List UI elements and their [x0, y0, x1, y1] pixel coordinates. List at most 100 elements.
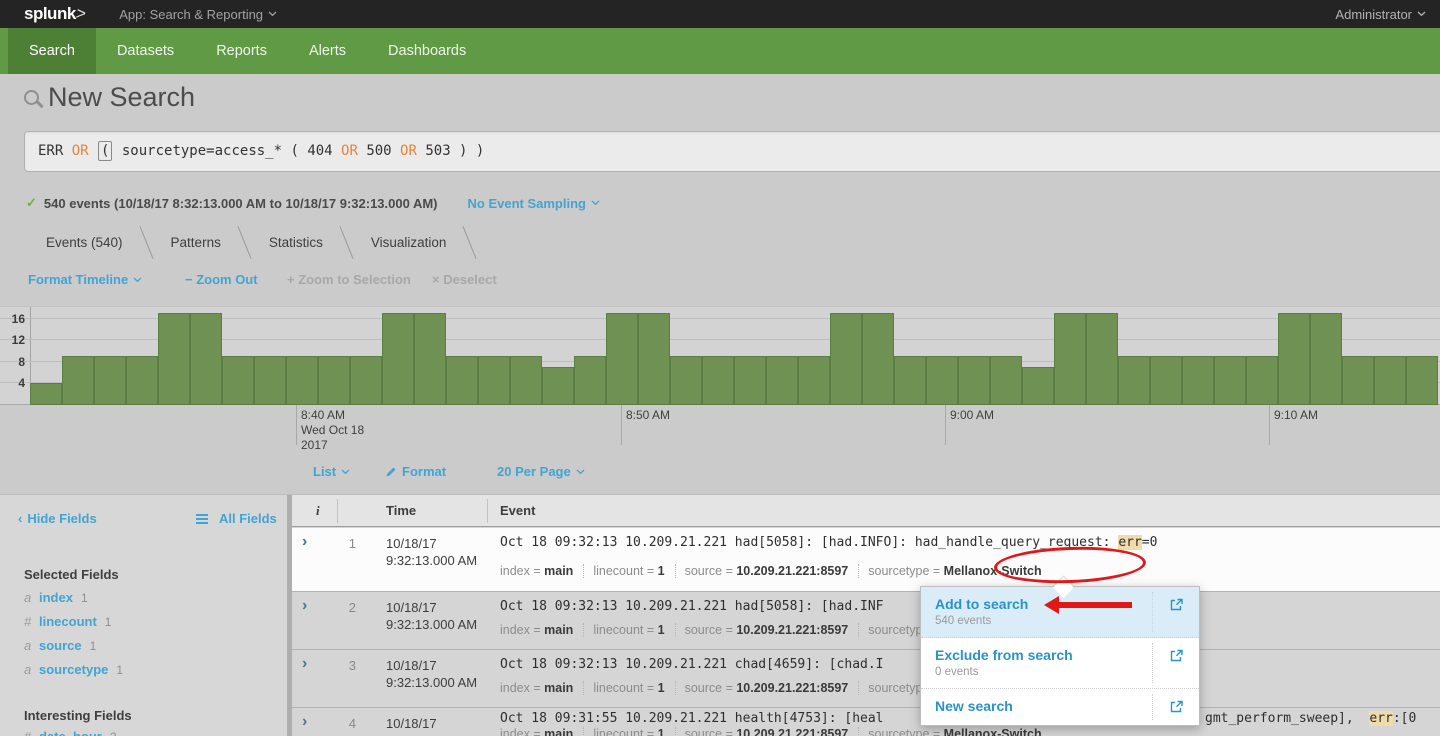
tab-visualization[interactable]: Visualization: [347, 227, 471, 258]
event-raw-text[interactable]: Oct 18 09:32:13 10.209.21.221 had[5058]:…: [500, 599, 920, 614]
all-fields-link[interactable]: All Fields: [196, 511, 277, 526]
expand-row-caret[interactable]: ›: [302, 655, 307, 673]
column-header-time[interactable]: Time: [386, 503, 416, 518]
histogram-bar[interactable]: [1054, 313, 1086, 405]
histogram-bar[interactable]: [894, 356, 926, 405]
histogram-bar[interactable]: [926, 356, 958, 405]
field-pair-linecount[interactable]: linecount = 1: [583, 623, 674, 637]
tab-events-540-[interactable]: Events (540): [22, 227, 147, 258]
field-pair-index[interactable]: index = main: [500, 564, 583, 578]
field-name[interactable]: index: [39, 590, 73, 605]
field-name[interactable]: linecount: [39, 614, 97, 629]
field-pair-sourcetype[interactable]: sourcetype = Mellanox-Switch: [858, 727, 1051, 736]
tab-statistics[interactable]: Statistics: [245, 227, 347, 258]
per-page-dropdown[interactable]: 20 Per Page: [497, 464, 585, 479]
user-menu-dropdown[interactable]: Administrator: [1335, 7, 1426, 22]
search-input[interactable]: ERR OR ( sourcetype=access_* ( 404 OR 50…: [24, 131, 1440, 172]
tab-patterns[interactable]: Patterns: [147, 227, 245, 258]
field-pair-linecount[interactable]: linecount = 1: [583, 727, 674, 736]
histogram-bar[interactable]: [510, 356, 542, 405]
expand-row-caret[interactable]: ›: [302, 713, 307, 731]
popup-item-new-search[interactable]: New search: [921, 689, 1199, 725]
histogram-bar[interactable]: [862, 313, 894, 405]
histogram-bar[interactable]: [990, 356, 1022, 405]
field-value[interactable]: 10.209.21.221:8597: [736, 564, 848, 578]
histogram-bar[interactable]: [414, 313, 446, 405]
histogram-bar[interactable]: [1310, 313, 1342, 405]
field-pair-sourcetype[interactable]: sourcetype = Mellanox-Switch: [858, 681, 920, 695]
format-button[interactable]: Format: [385, 464, 446, 479]
field-name[interactable]: sourcetype: [39, 662, 108, 677]
field-name[interactable]: date_hour: [39, 729, 102, 736]
list-view-dropdown[interactable]: List: [313, 464, 350, 479]
field-pair-index[interactable]: index = main: [500, 727, 583, 736]
field-pair-source[interactable]: source = 10.209.21.221:8597: [675, 727, 859, 736]
nav-item-datasets[interactable]: Datasets: [96, 28, 195, 74]
field-value[interactable]: 1: [658, 727, 665, 736]
histogram-bar[interactable]: [478, 356, 510, 405]
field-pair-linecount[interactable]: linecount = 1: [583, 564, 674, 578]
histogram-bar[interactable]: [734, 356, 766, 405]
histogram-bar[interactable]: [318, 356, 350, 405]
histogram-bar[interactable]: [1374, 356, 1406, 405]
sidebar-field-source[interactable]: asource1: [24, 638, 96, 653]
app-menu-dropdown[interactable]: App: Search & Reporting: [119, 7, 277, 22]
histogram-bar[interactable]: [574, 356, 606, 405]
expand-row-caret[interactable]: ›: [302, 533, 307, 551]
histogram-bar[interactable]: [766, 356, 798, 405]
histogram-bar[interactable]: [30, 383, 62, 405]
field-pair-source[interactable]: source = 10.209.21.221:8597: [675, 623, 859, 637]
histogram-bar[interactable]: [62, 356, 94, 405]
sidebar-field-sourcetype[interactable]: asourcetype1: [24, 662, 123, 677]
event-raw-text[interactable]: Oct 18 09:31:55 10.209.21.221 health[475…: [500, 711, 920, 726]
histogram-bar[interactable]: [1278, 313, 1310, 405]
histogram-bar[interactable]: [382, 313, 414, 405]
histogram-bar[interactable]: [126, 356, 158, 405]
field-pair-sourcetype[interactable]: sourcetype = Mellanox-Switch: [858, 623, 920, 637]
hide-fields-link[interactable]: ‹ Hide Fields: [18, 511, 97, 526]
histogram-bar[interactable]: [1246, 356, 1278, 405]
expand-row-caret[interactable]: ›: [302, 597, 307, 615]
splunk-logo[interactable]: splunk>: [24, 4, 85, 24]
histogram-bar[interactable]: [1118, 356, 1150, 405]
field-value[interactable]: 1: [658, 681, 665, 695]
format-timeline-dropdown[interactable]: Format Timeline: [28, 272, 142, 287]
histogram-bar[interactable]: [638, 313, 670, 405]
histogram-bar[interactable]: [1406, 356, 1438, 405]
field-value[interactable]: 10.209.21.221:8597: [736, 681, 848, 695]
histogram-bar[interactable]: [1214, 356, 1246, 405]
histogram-bar[interactable]: [702, 356, 734, 405]
event-raw-text[interactable]: Oct 18 09:32:13 10.209.21.221 chad[4659]…: [500, 657, 920, 672]
event-sampling-dropdown[interactable]: No Event Sampling: [468, 196, 600, 211]
field-value[interactable]: 10.209.21.221:8597: [736, 727, 848, 736]
field-value[interactable]: main: [544, 681, 573, 695]
field-value[interactable]: main: [544, 727, 573, 736]
field-pair-index[interactable]: index = main: [500, 623, 583, 637]
field-value[interactable]: main: [544, 623, 573, 637]
nav-item-search[interactable]: Search: [8, 28, 96, 74]
field-pair-index[interactable]: index = main: [500, 681, 583, 695]
popup-item-label[interactable]: Exclude from search: [921, 638, 1199, 663]
nav-item-reports[interactable]: Reports: [195, 28, 288, 74]
open-in-new-button[interactable]: [1169, 597, 1184, 617]
popup-item-label[interactable]: New search: [921, 689, 1199, 725]
field-value[interactable]: 1: [658, 623, 665, 637]
histogram-bar[interactable]: [1342, 356, 1374, 405]
field-pair-source[interactable]: source = 10.209.21.221:8597: [675, 564, 859, 578]
sidebar-field-linecount[interactable]: #linecount1: [24, 614, 111, 629]
histogram-bar[interactable]: [94, 356, 126, 405]
histogram-bar[interactable]: [1086, 313, 1118, 405]
zoom-out-button[interactable]: − Zoom Out: [185, 272, 258, 287]
histogram-bar[interactable]: [350, 356, 382, 405]
histogram-bar[interactable]: [606, 313, 638, 405]
histogram-bar[interactable]: [1150, 356, 1182, 405]
histogram-bar[interactable]: [1022, 367, 1054, 405]
histogram-bar[interactable]: [798, 356, 830, 405]
event-timeline-histogram[interactable]: 481216: [0, 306, 1440, 405]
histogram-bar[interactable]: [958, 356, 990, 405]
histogram-bar[interactable]: [1182, 356, 1214, 405]
field-name[interactable]: source: [39, 638, 82, 653]
popup-item-exclude-from-search[interactable]: Exclude from search0 events: [921, 638, 1199, 689]
histogram-bar[interactable]: [158, 313, 190, 405]
sidebar-field-date_hour[interactable]: #date_hour2: [24, 729, 117, 736]
